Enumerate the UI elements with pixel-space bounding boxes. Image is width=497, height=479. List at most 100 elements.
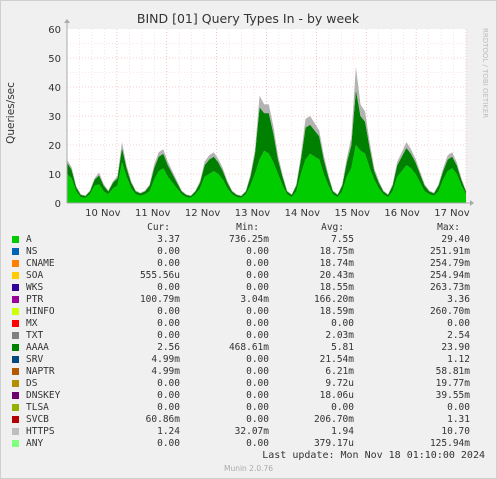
legend-series-name: AAAA	[26, 342, 49, 353]
legend-value-max: 0.00	[447, 318, 470, 329]
legend-swatch	[12, 272, 19, 279]
legend-series-name: DNSKEY	[26, 390, 61, 401]
legend-value-min: 0.00	[246, 366, 269, 377]
legend-value-min: 0.00	[246, 318, 269, 329]
legend-swatch	[12, 440, 19, 447]
legend-value-max: 19.77m	[435, 378, 470, 389]
legend-value-min: 32.07m	[234, 426, 269, 437]
legend-value-min: 0.00	[246, 270, 269, 281]
legend-value-avg: 18.59m	[319, 306, 354, 317]
legend-series-name: NS	[26, 246, 38, 257]
y-tick-label: 60	[48, 25, 61, 36]
legend-value-avg: 18.74m	[319, 258, 354, 269]
legend-value-max: 2.54	[447, 330, 470, 341]
legend-swatch	[12, 296, 19, 303]
legend-value-cur: 1.24	[157, 426, 180, 437]
legend-value-avg: 18.55m	[319, 282, 354, 293]
legend-value-cur: 0.00	[157, 306, 180, 317]
legend-value-cur: 0.00	[157, 246, 180, 257]
rrdtool-watermark: RRDTOOL / TOBI OETIKER	[481, 28, 489, 118]
x-tick-label: 11 Nov	[135, 208, 171, 219]
legend-series-name: WKS	[26, 282, 44, 293]
x-tick-label: 14 Nov	[285, 208, 321, 219]
x-tick-label: 15 Nov	[335, 208, 371, 219]
legend-series-name: PTR	[26, 294, 44, 305]
legend-series-name: A	[26, 234, 32, 245]
legend-value-min: 0.00	[246, 378, 269, 389]
legend-value-cur: 0.00	[157, 402, 180, 413]
legend-value-avg: 5.81	[331, 342, 354, 353]
legend-row: SOA 555.56u 0.00 20.43m 254.94m	[12, 270, 487, 282]
legend-value-avg: 20.43m	[319, 270, 354, 281]
legend-value-max: 29.40	[441, 234, 470, 245]
legend-value-max: 1.12	[447, 354, 470, 365]
legend-value-cur: 0.00	[157, 378, 180, 389]
legend-row: CNAME 0.00 0.00 18.74m 254.79m	[12, 258, 487, 270]
legend-swatch	[12, 416, 19, 423]
legend-value-min: 468.61m	[228, 342, 269, 353]
legend-value-avg: 0.00	[331, 402, 354, 413]
x-tick-label: 17 Nov	[434, 208, 470, 219]
legend-swatch	[12, 404, 19, 411]
legend-value-cur: 100.79m	[139, 294, 180, 305]
legend-series-name: SRV	[26, 354, 44, 365]
legend-value-min: 0.00	[246, 330, 269, 341]
legend-value-max: 263.73m	[429, 282, 470, 293]
legend-row: DNSKEY 0.00 0.00 18.06u 39.55m	[12, 390, 487, 402]
legend-row: HTTPS 1.24 32.07m 1.94 10.70	[12, 426, 487, 438]
legend-value-max: 58.81m	[435, 366, 470, 377]
legend-value-min: 736.25m	[228, 234, 269, 245]
legend-value-avg: 18.75m	[319, 246, 354, 257]
x-tick-label: 12 Nov	[185, 208, 221, 219]
last-update: Last update: Mon Nov 18 01:10:00 2024	[262, 450, 485, 461]
legend-value-cur: 2.56	[157, 342, 180, 353]
legend-row: NAPTR 4.99m 0.00 6.21m 58.81m	[12, 366, 487, 378]
x-tick-label: 16 Nov	[384, 208, 420, 219]
legend-value-max: 0.00	[447, 402, 470, 413]
x-tick-label: 13 Nov	[235, 208, 271, 219]
legend-value-max: 254.79m	[429, 258, 470, 269]
y-tick-label: 30	[48, 112, 61, 123]
legend-series-name: CNAME	[26, 258, 55, 269]
legend-value-cur: 0.00	[157, 282, 180, 293]
legend-row: A 3.37 736.25m 7.55 29.40	[12, 234, 487, 246]
legend-value-avg: 6.21m	[325, 366, 354, 377]
legend-value-min: 0.00	[246, 390, 269, 401]
legend-series-name: SOA	[26, 270, 44, 281]
legend-swatch	[12, 320, 19, 327]
legend-series-name: ANY	[26, 438, 44, 449]
legend-series-name: TXT	[26, 330, 44, 341]
legend-value-max: 10.70	[441, 426, 470, 437]
legend-row: SVCB 60.86m 0.00 206.70m 1.31	[12, 414, 487, 426]
legend-value-cur: 0.00	[157, 258, 180, 269]
legend-value-min: 0.00	[246, 246, 269, 257]
legend-value-min: 0.00	[246, 402, 269, 413]
legend-value-min: 0.00	[246, 306, 269, 317]
chart-title: BIND [01] Query Types In - by week	[137, 11, 360, 26]
legend-value-avg: 1.94	[331, 426, 354, 437]
legend-value-avg: 206.70m	[313, 414, 354, 425]
legend-swatch	[12, 308, 19, 315]
legend-swatch	[12, 332, 19, 339]
legend-row: DS 0.00 0.00 9.72u 19.77m	[12, 378, 487, 390]
legend-value-avg: 166.20m	[313, 294, 354, 305]
legend-value-cur: 4.99m	[151, 354, 180, 365]
legend-row: TLSA 0.00 0.00 0.00 0.00	[12, 402, 487, 414]
legend-series-name: SVCB	[26, 414, 49, 425]
legend-value-cur: 0.00	[157, 390, 180, 401]
legend-swatch	[12, 380, 19, 387]
legend-value-max: 3.36	[447, 294, 470, 305]
x-axis-arrow	[470, 200, 474, 206]
legend-row: TXT 0.00 0.00 2.03m 2.54	[12, 330, 487, 342]
legend-swatch	[12, 260, 19, 267]
y-axis-label: Queries/sec	[5, 82, 17, 144]
legend-series-name: TLSA	[26, 402, 49, 413]
legend-value-cur: 60.86m	[145, 414, 180, 425]
legend-value-avg: 2.03m	[325, 330, 354, 341]
legend-row: SRV 4.99m 0.00 21.54m 1.12	[12, 354, 487, 366]
y-tick-label: 50	[48, 54, 61, 65]
y-axis-arrow	[64, 19, 70, 23]
legend-row: MX 0.00 0.00 0.00 0.00	[12, 318, 487, 330]
legend-series-name: NAPTR	[26, 366, 55, 377]
legend-row: PTR 100.79m 3.04m 166.20m 3.36	[12, 294, 487, 306]
